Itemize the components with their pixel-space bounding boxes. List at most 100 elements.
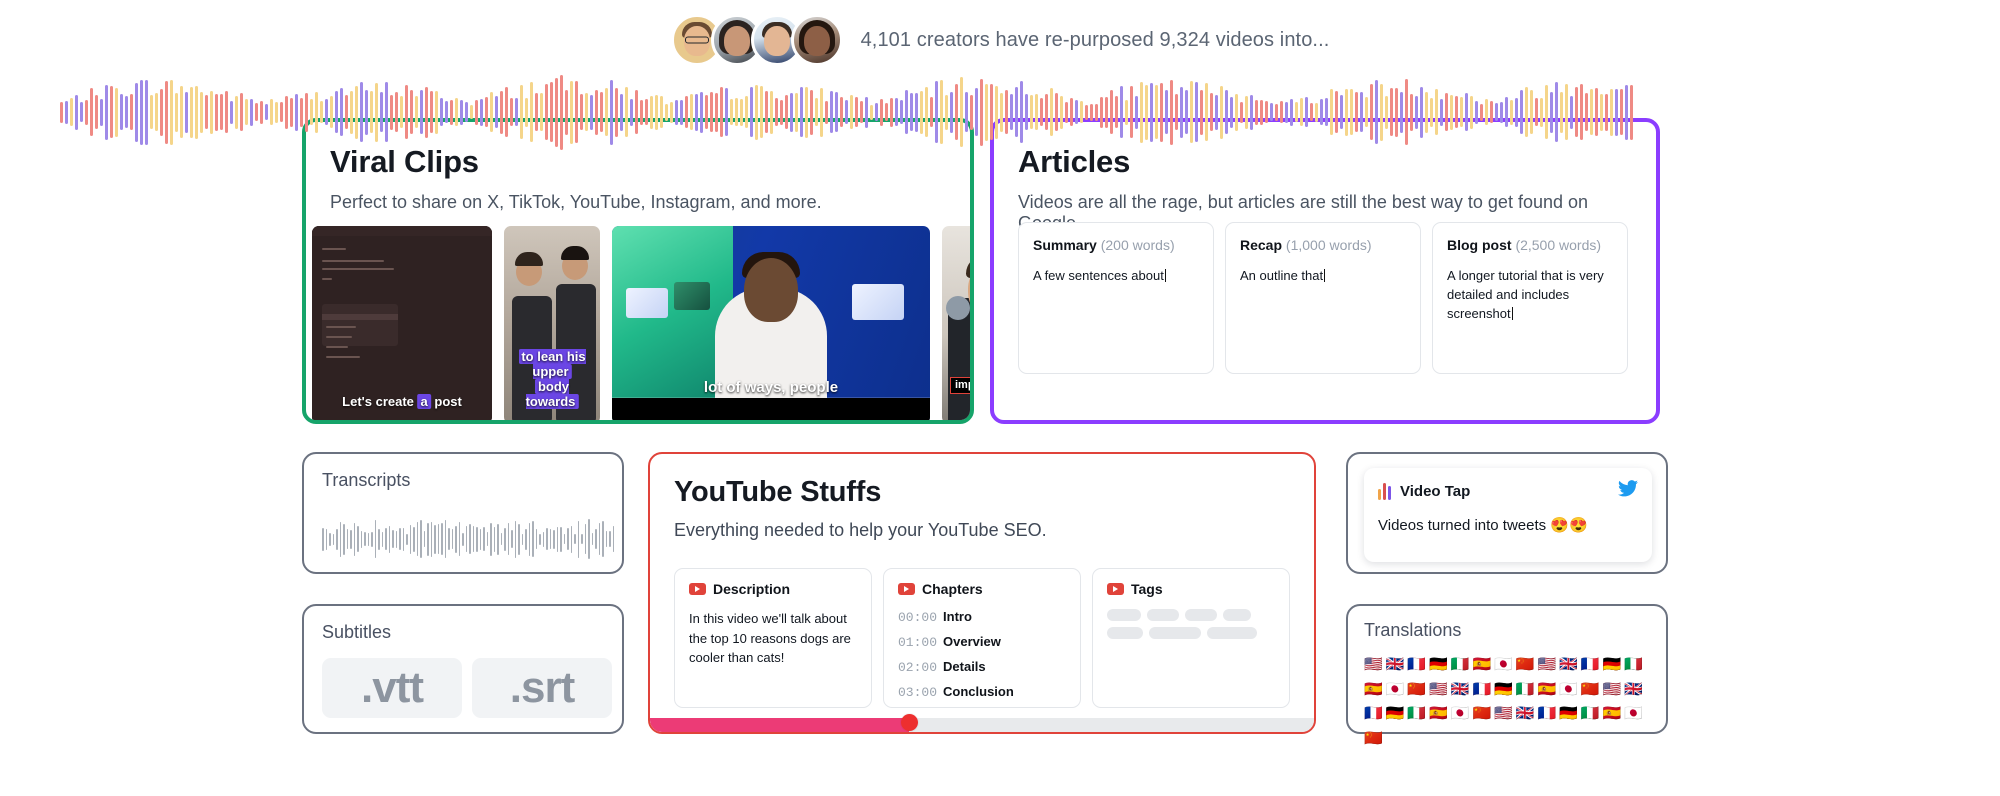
youtube-play-icon	[689, 583, 706, 595]
youtube-chapters-heading: Chapters	[922, 581, 983, 597]
progress-fill	[650, 718, 909, 732]
article-option-name: Summary	[1033, 237, 1097, 253]
article-option-wordcount: (2,500 words)	[1515, 237, 1602, 253]
social-proof-header: 4,101 creators have re-purposed 9,324 vi…	[0, 14, 2000, 66]
card-video-tap-tweet[interactable]: Video Tap Videos turned into tweets 😍😍	[1346, 452, 1668, 574]
avatar	[790, 14, 843, 66]
viral-clips-thumbnail-strip[interactable]: Let's create a post to lean his upper bo…	[310, 226, 970, 420]
translation-flag: 🇯🇵	[1624, 705, 1643, 722]
translation-flag: 🇩🇪	[1385, 705, 1405, 722]
translation-flag: 🇪🇸	[1472, 656, 1492, 673]
translation-flag: 🇩🇪	[1494, 680, 1513, 698]
clip-thumbnail-studio-host[interactable]: lot of ways, people	[612, 226, 930, 420]
youtube-subtitle: Everything needed to help your YouTube S…	[674, 520, 1047, 540]
tag-placeholder	[1185, 609, 1217, 621]
translation-flag: 🇩🇪	[1559, 705, 1578, 722]
translation-flag: 🇪🇸	[1537, 680, 1557, 698]
translation-flag: 🇬🇧	[1515, 705, 1535, 722]
translation-flag: 🇮🇹	[1624, 656, 1643, 673]
card-subtitles[interactable]: Subtitles .vtt .srt	[302, 604, 624, 734]
translation-flag: 🇺🇸	[1494, 705, 1513, 722]
audio-waveform-decoration	[60, 68, 1940, 156]
tag-placeholder	[1149, 627, 1201, 639]
translation-flag: 🇩🇪	[1429, 656, 1448, 673]
card-youtube-stuffs[interactable]: YouTube Stuffs Everything needed to help…	[648, 452, 1316, 734]
youtube-play-icon	[1107, 583, 1124, 595]
youtube-description-heading: Description	[713, 581, 791, 597]
creator-avatar-group	[670, 14, 843, 66]
article-option-name: Blog post	[1447, 237, 1512, 253]
translation-flag: 🇮🇹	[1407, 705, 1427, 722]
tag-placeholder	[1107, 627, 1143, 639]
youtube-description-box[interactable]: Description In this video we'll talk abo…	[674, 568, 872, 708]
card-translations[interactable]: Translations 🇺🇸 🇬🇧 🇫🇷 🇩🇪 🇮🇹 🇪🇸 🇯🇵 🇨🇳 🇺🇸 🇬🇧 🇫🇷 🇩🇪 🇮🇹 🇪…	[1346, 604, 1668, 747]
translation-flag: 🇪🇸	[1429, 705, 1448, 722]
tag-placeholder	[1207, 627, 1257, 639]
clip-caption: to lean his upper body towards	[509, 349, 595, 410]
translation-flag: 🇬🇧	[1624, 680, 1643, 698]
card-viral-clips[interactable]: Viral Clips Perfect to share on X, TikTo…	[302, 118, 974, 424]
chapter-row: 01:00 Overview	[898, 634, 1066, 650]
clip-thumbnail-two-men[interactable]: to lean his upper body towards	[504, 226, 600, 420]
clip-caption: lot of ways, people	[703, 378, 839, 396]
translation-flag: 🇨🇳	[1515, 656, 1535, 673]
translation-flag: 🇯🇵	[1450, 705, 1470, 722]
translation-flag: 🇫🇷	[1537, 705, 1557, 722]
progress-handle[interactable]	[900, 714, 918, 731]
article-option-wordcount: (1,000 words)	[1285, 237, 1372, 253]
subtitle-format-list: .vtt .srt	[322, 658, 612, 718]
subtitle-format-vtt[interactable]: .vtt	[322, 658, 462, 718]
clip-caption: Let's create a post	[342, 394, 462, 410]
chapter-row: 00:00 Intro	[898, 609, 1066, 625]
chapter-time: 02:00	[898, 660, 938, 675]
transcript-waveform	[322, 516, 614, 562]
youtube-tags-heading: Tags	[1131, 581, 1163, 597]
translation-flag: 🇮🇹	[1580, 705, 1600, 722]
article-option-recap[interactable]: Recap (1,000 words) An outline that	[1225, 222, 1421, 374]
tweet[interactable]: Video Tap Videos turned into tweets 😍😍	[1364, 468, 1652, 562]
chapter-label: Overview	[943, 634, 1001, 649]
translation-flag: 🇯🇵	[1494, 656, 1513, 673]
youtube-tags-box[interactable]: Tags	[1092, 568, 1290, 708]
clip-thumbnail-man-device[interactable]: improvement	[942, 226, 970, 420]
video-tap-logo-icon	[1378, 482, 1391, 500]
translation-flag: 🇨🇳	[1472, 705, 1492, 722]
translations-title: Translations	[1364, 620, 1462, 640]
translation-flag: 🇫🇷	[1472, 680, 1492, 698]
chapter-row: 03:00 Conclusion	[898, 684, 1066, 700]
social-proof-text: 4,101 creators have re-purposed 9,324 vi…	[860, 28, 1330, 51]
subtitles-title: Subtitles	[322, 622, 392, 642]
landing-hero: 4,101 creators have re-purposed 9,324 vi…	[0, 0, 2000, 796]
article-option-summary[interactable]: Summary (200 words) A few sentences abou…	[1018, 222, 1214, 374]
translation-flag: 🇨🇳	[1364, 729, 1383, 747]
card-transcripts[interactable]: Transcripts	[302, 452, 624, 574]
translation-flag: 🇺🇸	[1602, 680, 1622, 698]
translation-flag: 🇺🇸	[1429, 680, 1448, 698]
chapter-time: 00:00	[898, 610, 938, 625]
translation-flag: 🇬🇧	[1450, 680, 1470, 698]
card-articles[interactable]: Articles Videos are all the rage, but ar…	[990, 118, 1660, 424]
youtube-title: YouTube Stuffs	[674, 476, 882, 508]
translation-flag-list: 🇺🇸 🇬🇧 🇫🇷 🇩🇪 🇮🇹 🇪🇸 🇯🇵 🇨🇳 🇺🇸 🇬🇧 🇫🇷 🇩🇪 🇮🇹 🇪🇸 🇯🇵 🇨🇳 🇺🇸 🇬🇧 🇫🇷 🇩🇪…	[1364, 654, 1654, 750]
youtube-asset-list: Description In this video we'll talk abo…	[674, 568, 1290, 708]
article-option-blog-post[interactable]: Blog post (2,500 words) A longer tutoria…	[1432, 222, 1628, 374]
clip-thumbnail-code-editor[interactable]: Let's create a post	[312, 226, 492, 420]
chapter-time: 03:00	[898, 685, 938, 700]
twitter-bird-icon[interactable]	[1618, 480, 1638, 502]
articles-options: Summary (200 words) A few sentences abou…	[1018, 222, 1628, 374]
translation-flag: 🇬🇧	[1385, 656, 1405, 673]
translation-flag: 🇩🇪	[1602, 656, 1622, 673]
translation-flag: 🇬🇧	[1559, 656, 1578, 673]
article-option-body: An outline that	[1240, 268, 1326, 283]
clip-caption: improvement	[950, 377, 970, 394]
tag-placeholder	[1223, 609, 1251, 621]
youtube-progress-scrubber[interactable]	[650, 718, 1314, 732]
chapter-label: Intro	[943, 609, 972, 624]
chapter-label: Details	[943, 659, 986, 674]
translation-flag: 🇯🇵	[1559, 680, 1578, 698]
subtitle-format-srt[interactable]: .srt	[472, 658, 612, 718]
youtube-play-icon	[898, 583, 915, 595]
viral-clips-subtitle: Perfect to share on X, TikTok, YouTube, …	[330, 192, 822, 212]
youtube-chapters-box[interactable]: Chapters 00:00 Intro 01:00 Overview 02:00 D…	[883, 568, 1081, 708]
translation-flag: 🇪🇸	[1364, 680, 1383, 698]
